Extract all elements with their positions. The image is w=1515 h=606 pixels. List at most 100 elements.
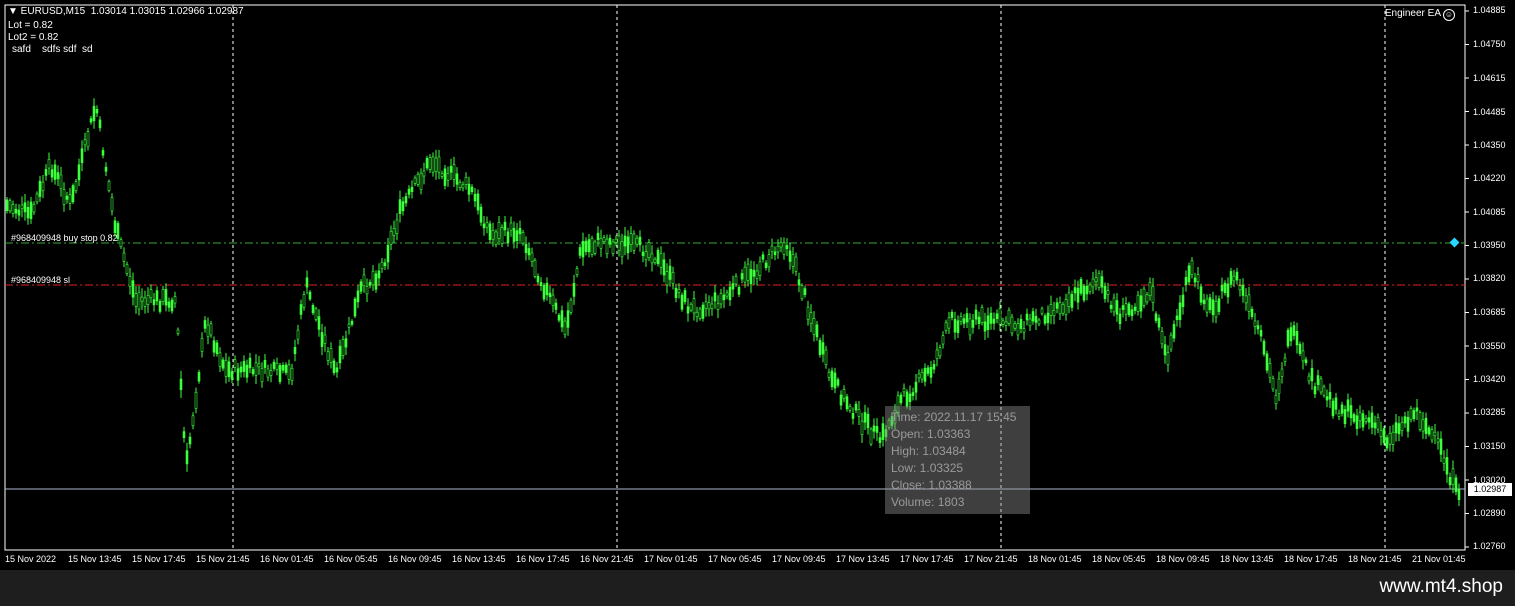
candle-body [689,303,693,311]
candle-body [629,233,633,245]
candle-body [1031,311,1035,322]
price-label: 1.02760 [1473,541,1506,551]
candle-body [110,197,114,212]
candle-body [656,249,660,265]
candle-body [1352,414,1356,422]
candle-body [191,415,195,426]
candle-body [578,247,582,256]
candle-body [146,295,150,305]
candle-body [1385,437,1389,449]
time-label: 18 Nov 05:45 [1092,554,1146,564]
candle-body [134,293,138,307]
candle-body [905,391,909,407]
candle-body [1244,295,1248,304]
candle-body [1064,299,1068,316]
candle-body [977,316,981,325]
candle-body [581,241,585,258]
candle-body [1331,400,1335,417]
candle-body [1121,305,1125,310]
candle-body [347,323,351,328]
candle-body [599,238,603,249]
candle-body [260,367,264,383]
candle-body [1391,431,1395,445]
candle-body [554,302,558,310]
candle-body [329,348,333,363]
candle-body [1103,286,1107,300]
candle-body [50,169,54,178]
candle-body [413,177,417,184]
candle-body [737,287,741,295]
candlestick-series [5,98,1461,506]
candle-body [1112,297,1116,313]
candle-body [848,405,852,411]
candle-body [38,180,42,197]
candle-body [704,301,708,309]
lot2-text: Lot2 = 0.82 [8,32,59,43]
candle-body [1313,386,1317,395]
candle-body [41,181,45,192]
candle-body [1403,416,1407,424]
chart-window[interactable]: ▼ EURUSD,M15 1.03014 1.03015 1.02966 1.0… [0,0,1515,570]
candle-body [860,420,864,435]
candle-body [1409,408,1413,420]
candle-body [461,184,465,189]
candle-body [26,207,30,219]
candle-body [509,222,513,231]
candle-body [779,242,783,248]
candle-body [257,363,261,368]
candle-body [794,256,798,272]
candle-body [791,254,795,267]
candle-body [953,318,957,333]
candle-body [1010,316,1014,334]
candle-body [1427,427,1431,435]
candle-body [44,169,48,176]
candle-body [1271,378,1275,390]
candle-body [617,235,621,251]
candle-body [560,310,564,328]
candle-body [1016,323,1020,336]
candle-body [326,351,330,361]
candle-body [1034,315,1038,323]
candle-body [398,199,402,214]
candle-body [350,320,354,325]
candle-body [1133,306,1137,311]
candle-body [1241,285,1245,296]
candle-body [227,361,231,378]
candle-body [1157,317,1161,328]
candle-body [218,352,222,367]
candle-body [959,316,963,322]
candle-body [527,248,531,256]
candle-body [839,394,843,406]
candle-body [998,307,1002,325]
candle-body [197,372,201,382]
candle-body [236,368,240,381]
candle-body [812,318,816,335]
candle-body [1316,375,1320,385]
candle-body [1139,295,1143,312]
candle-body [98,119,102,129]
candle-body [1091,278,1095,288]
candle-body [1304,359,1308,364]
candle-body [401,201,405,212]
candle-body [182,431,186,439]
watermark-text: www.mt4.shop [1379,576,1503,597]
candle-body [1337,412,1341,417]
candle-body [539,282,543,287]
candle-body [1361,413,1365,428]
candle-body [29,201,33,220]
candle-body [1418,412,1422,430]
candle-body [1007,309,1011,324]
time-label: 17 Nov 21:45 [964,554,1018,564]
price-chart[interactable] [0,0,1515,570]
candle-body [11,204,15,214]
candle-body [1205,298,1209,313]
time-label: 17 Nov 09:45 [772,554,826,564]
candle-body [281,365,285,371]
expert-advisor-label[interactable]: Engineer EA ☺ [1385,8,1455,21]
candle-body [245,364,249,378]
candle-body [701,304,705,319]
tooltip-close: Close: 1.03388 [891,478,972,492]
candle-body [992,318,996,324]
candle-body [857,409,861,417]
candle-body [1277,378,1281,394]
